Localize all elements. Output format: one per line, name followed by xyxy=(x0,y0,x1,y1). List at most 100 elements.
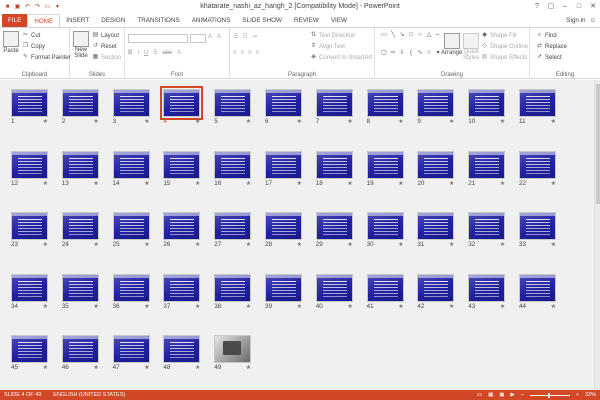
slide-thumbnail[interactable]: 36 ★ xyxy=(112,273,150,310)
transition-star-icon[interactable]: ★ xyxy=(93,303,98,310)
slide-thumbnail[interactable]: 3 ★ xyxy=(112,89,150,125)
slide-preview[interactable] xyxy=(214,212,252,240)
transition-star-icon[interactable]: ★ xyxy=(297,303,302,310)
slide-thumbnail[interactable]: 26 ★ xyxy=(163,212,201,248)
slide-preview[interactable] xyxy=(519,212,556,240)
slide-thumbnail[interactable]: 8 ★ xyxy=(366,89,404,125)
transition-star-icon[interactable]: ★ xyxy=(449,118,454,125)
text-box-shape-icon[interactable]: ▭ xyxy=(380,31,388,48)
slide-thumbnail[interactable]: 1 ★ xyxy=(11,89,48,125)
new-slide-button[interactable]: New Slide xyxy=(73,31,89,59)
slide-thumbnail[interactable]: 10 ★ xyxy=(468,89,506,125)
slide-thumbnail[interactable]: 19 ★ xyxy=(366,150,404,187)
customize-qat-icon[interactable]: ▾ xyxy=(54,4,61,11)
transition-star-icon[interactable]: ★ xyxy=(347,241,352,248)
slide-thumbnail[interactable]: 30 ★ xyxy=(366,212,404,248)
zoom-in-icon[interactable]: + xyxy=(576,390,579,400)
slide-preview[interactable] xyxy=(163,273,201,302)
font-size-box[interactable] xyxy=(190,34,206,43)
rounded-rect-shape-icon[interactable]: ▢ xyxy=(380,49,388,66)
slide-thumbnail[interactable]: 9 ★ xyxy=(417,89,455,125)
tab-slide-show[interactable]: SLIDE SHOW xyxy=(236,14,288,27)
slide-preview[interactable] xyxy=(160,86,204,120)
slide-preview[interactable] xyxy=(61,150,99,179)
transition-star-icon[interactable]: ★ xyxy=(93,180,98,187)
slide-preview[interactable] xyxy=(417,273,455,302)
slide-preview[interactable] xyxy=(163,212,201,240)
slide-thumbnail[interactable]: 35 ★ xyxy=(61,273,99,310)
slide-thumbnail[interactable]: 40 ★ xyxy=(315,273,353,310)
section-button[interactable]: ▦ Section xyxy=(92,54,121,61)
slide-preview[interactable] xyxy=(366,273,404,302)
transition-star-icon[interactable]: ★ xyxy=(246,241,251,248)
text-direction-button[interactable]: ⇅ Text Direction xyxy=(310,32,355,39)
slide-thumbnail[interactable]: 13 ★ xyxy=(61,150,99,187)
scrollbar-thumb[interactable] xyxy=(596,84,600,204)
transition-star-icon[interactable]: ★ xyxy=(449,180,454,187)
convert-smartart-button[interactable]: ◈ Convert to SmartArt xyxy=(310,54,372,61)
shape-fill-button[interactable]: ◆ Shape Fill xyxy=(481,32,517,39)
sign-in-link[interactable]: Sign in xyxy=(566,14,585,27)
slide-thumbnail[interactable]: 44 ★ xyxy=(519,273,556,310)
shadow-icon[interactable]: S xyxy=(153,50,157,56)
transition-star-icon[interactable]: ★ xyxy=(43,241,48,248)
redo-icon[interactable]: ↷ xyxy=(34,4,41,11)
transition-star-icon[interactable]: ★ xyxy=(347,303,352,310)
slide-preview[interactable] xyxy=(265,89,302,117)
tab-file[interactable]: FILE xyxy=(2,14,28,27)
slide-preview[interactable] xyxy=(417,150,455,179)
slide-thumbnail[interactable]: 47 ★ xyxy=(112,335,150,371)
curve-shape-icon[interactable]: ∿ xyxy=(416,49,424,66)
slide-thumbnail[interactable]: 32 ★ xyxy=(468,212,506,248)
tab-view[interactable]: VIEW xyxy=(325,14,353,27)
slide-thumbnail[interactable]: 49 ★ xyxy=(214,335,252,371)
align-left-icon[interactable]: ≡ xyxy=(233,50,237,56)
transition-star-icon[interactable]: ★ xyxy=(449,303,454,310)
transition-star-icon[interactable]: ★ xyxy=(500,303,505,310)
vertical-scrollbar[interactable] xyxy=(594,80,600,390)
slide-thumbnail[interactable]: 7 ★ xyxy=(315,89,353,125)
transition-star-icon[interactable]: ★ xyxy=(93,241,98,248)
slide-thumbnail[interactable]: 4 ★ xyxy=(160,86,204,125)
transition-star-icon[interactable]: ★ xyxy=(195,118,200,125)
slide-preview[interactable] xyxy=(265,150,302,179)
slide-preview[interactable] xyxy=(265,212,302,240)
transition-star-icon[interactable]: ★ xyxy=(144,364,149,371)
slide-thumbnail[interactable]: 18 ★ xyxy=(315,150,353,187)
transition-star-icon[interactable]: ★ xyxy=(500,241,505,248)
slide-preview[interactable] xyxy=(315,89,353,117)
tab-animations[interactable]: ANIMATIONS xyxy=(186,14,237,27)
zoom-level[interactable]: 33% xyxy=(585,390,596,400)
slide-preview[interactable] xyxy=(61,212,99,240)
slide-preview[interactable] xyxy=(11,89,48,117)
line-shape-icon[interactable]: ╲ xyxy=(389,31,397,48)
slide-preview[interactable] xyxy=(468,212,506,240)
slide-thumbnail[interactable]: 25 ★ xyxy=(112,212,150,248)
ribbon-display-icon[interactable]: ▢ xyxy=(544,0,558,14)
slide-preview[interactable] xyxy=(61,335,99,363)
slide-preview[interactable] xyxy=(315,150,353,179)
select-button[interactable]: ➚ Select xyxy=(536,54,562,61)
slide-preview[interactable] xyxy=(366,150,404,179)
transition-star-icon[interactable]: ★ xyxy=(195,241,200,248)
slide-preview[interactable] xyxy=(112,335,150,363)
slide-preview[interactable] xyxy=(11,335,48,363)
cut-button[interactable]: ✂ Cut xyxy=(22,32,40,39)
reset-button[interactable]: ↺ Reset xyxy=(92,43,117,50)
slide-preview[interactable] xyxy=(61,89,99,117)
slide-thumbnail[interactable]: 39 ★ xyxy=(265,273,302,310)
bold-icon[interactable]: B xyxy=(128,50,132,56)
transition-star-icon[interactable]: ★ xyxy=(195,303,200,310)
slide-thumbnail[interactable]: 27 ★ xyxy=(214,212,252,248)
slide-thumbnail[interactable]: 15 ★ xyxy=(163,150,201,187)
transition-star-icon[interactable]: ★ xyxy=(500,118,505,125)
find-button[interactable]: ⌕ Find xyxy=(536,32,557,39)
transition-star-icon[interactable]: ★ xyxy=(297,241,302,248)
slide-thumbnail[interactable]: 21 ★ xyxy=(468,150,506,187)
slide-thumbnail[interactable]: 23 ★ xyxy=(11,212,48,248)
transition-star-icon[interactable]: ★ xyxy=(398,241,403,248)
transition-star-icon[interactable]: ★ xyxy=(398,180,403,187)
slide-thumbnail[interactable]: 38 ★ xyxy=(214,273,252,310)
align-right-icon[interactable]: ≡ xyxy=(248,50,252,56)
transition-star-icon[interactable]: ★ xyxy=(246,180,251,187)
